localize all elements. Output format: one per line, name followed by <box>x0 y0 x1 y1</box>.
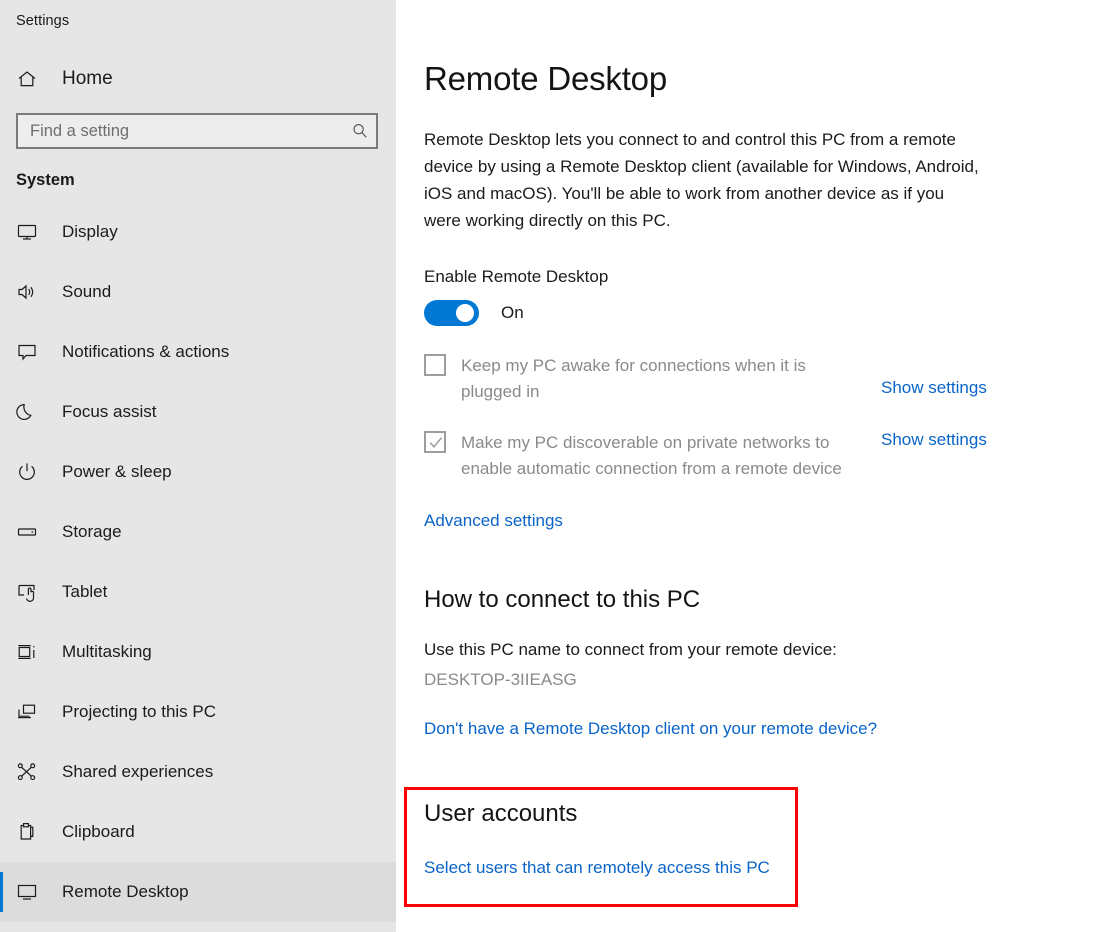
search-input[interactable] <box>18 116 344 146</box>
sidebar-item-sound-label: Sound <box>62 282 112 301</box>
advanced-settings-link[interactable]: Advanced settings <box>424 511 563 531</box>
sidebar-item-focus-assist[interactable]: Focus assist <box>0 382 396 442</box>
power-icon <box>16 461 46 483</box>
sidebar-group-header: System <box>16 171 75 189</box>
window-title: Settings <box>16 13 70 29</box>
sidebar-item-display[interactable]: Display <box>0 202 396 262</box>
keep-awake-checkbox[interactable] <box>424 354 446 377</box>
sidebar-item-power-sleep[interactable]: Power & sleep <box>0 442 396 502</box>
remote-desktop-icon <box>16 881 46 903</box>
sidebar-item-display-label: Display <box>62 222 118 241</box>
sidebar-item-projecting-label: Projecting to this PC <box>62 702 217 721</box>
enable-remote-desktop-row: On <box>424 300 1096 327</box>
clipboard-icon <box>16 821 46 843</box>
sidebar: Settings Home System <box>0 0 396 932</box>
sidebar-item-notifications-label: Notifications & actions <box>62 342 230 361</box>
storage-icon <box>16 521 46 543</box>
how-to-connect-heading: How to connect to this PC <box>424 586 701 614</box>
sidebar-nav-list: Display Sound Notifications & actions Fo… <box>0 202 396 922</box>
remote-desktop-client-link[interactable]: Don't have a Remote Desktop client on yo… <box>424 719 877 739</box>
show-settings-link-discoverable[interactable]: Show settings <box>881 430 987 450</box>
select-users-link[interactable]: Select users that can remotely access th… <box>424 858 770 878</box>
share-icon <box>16 761 46 783</box>
discoverable-checkbox[interactable] <box>424 431 446 454</box>
main-content: Remote Desktop Remote Desktop lets you c… <box>396 0 1096 932</box>
sidebar-item-clipboard[interactable]: Clipboard <box>0 802 396 862</box>
search-box[interactable] <box>16 113 378 149</box>
keep-awake-label: Keep my PC awake for connections when it… <box>461 356 806 401</box>
page-description: Remote Desktop lets you connect to and c… <box>424 129 979 230</box>
enable-remote-desktop-label: Enable Remote Desktop <box>424 267 609 287</box>
sidebar-item-tablet[interactable]: Tablet <box>0 562 396 622</box>
sidebar-item-sound[interactable]: Sound <box>0 262 396 322</box>
user-accounts-section: User accounts Select users that can remo… <box>424 800 770 878</box>
search-icon[interactable] <box>344 122 376 140</box>
sidebar-item-storage[interactable]: Storage <box>0 502 396 562</box>
home-icon <box>16 68 46 90</box>
sidebar-item-clipboard-label: Clipboard <box>62 822 135 841</box>
sidebar-item-projecting[interactable]: Projecting to this PC <box>0 682 396 742</box>
checkbox-row-discoverable: Make my PC discoverable on private netwo… <box>424 430 1096 481</box>
sidebar-item-remote-desktop-label: Remote Desktop <box>62 882 189 901</box>
tablet-icon <box>16 581 46 603</box>
monitor-icon <box>16 221 46 243</box>
discoverable-label: Make my PC discoverable on private netwo… <box>461 433 842 478</box>
checkbox-row-keep-awake: Keep my PC awake for connections when it… <box>424 353 1096 404</box>
page-title: Remote Desktop <box>424 60 667 97</box>
sidebar-item-focus-assist-label: Focus assist <box>62 402 157 421</box>
notification-icon <box>16 341 46 363</box>
speaker-icon <box>16 281 46 303</box>
sidebar-item-power-sleep-label: Power & sleep <box>62 462 172 481</box>
moon-icon <box>16 401 46 423</box>
sidebar-item-remote-desktop[interactable]: Remote Desktop <box>0 862 396 922</box>
sidebar-item-shared-experiences-label: Shared experiences <box>62 762 214 781</box>
user-accounts-heading: User accounts <box>424 800 578 827</box>
projecting-icon <box>16 701 46 723</box>
sidebar-item-multitasking-label: Multitasking <box>62 642 152 661</box>
show-settings-link-keep-awake[interactable]: Show settings <box>881 378 987 398</box>
remote-desktop-options: Keep my PC awake for connections when it… <box>424 353 1096 481</box>
sidebar-item-shared-experiences[interactable]: Shared experiences <box>0 742 396 802</box>
multitasking-icon <box>16 641 46 663</box>
sidebar-item-tablet-label: Tablet <box>62 582 108 601</box>
sidebar-item-notifications[interactable]: Notifications & actions <box>0 322 396 382</box>
pc-name-value: DESKTOP-3IIEASG <box>424 670 577 690</box>
toggle-knob <box>456 304 474 323</box>
sidebar-item-multitasking[interactable]: Multitasking <box>0 622 396 682</box>
toggle-state-label: On <box>501 303 524 323</box>
pc-name-instruction: Use this PC name to connect from your re… <box>424 640 837 660</box>
sidebar-item-home-label: Home <box>62 68 113 89</box>
enable-remote-desktop-toggle[interactable] <box>424 300 479 327</box>
settings-window: Settings Home System <box>0 0 1096 932</box>
sidebar-item-home[interactable]: Home <box>0 59 396 99</box>
sidebar-item-storage-label: Storage <box>62 522 122 541</box>
